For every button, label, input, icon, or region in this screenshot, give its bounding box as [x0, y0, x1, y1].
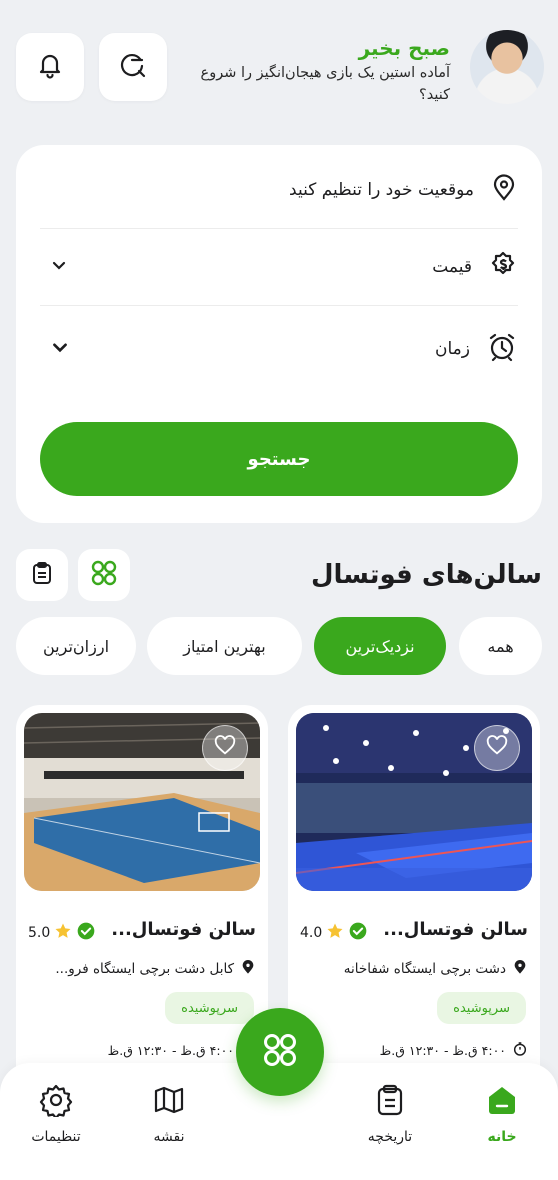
heart-icon [486, 735, 508, 761]
categories-fab[interactable] [236, 1008, 324, 1096]
favorite-button[interactable] [474, 725, 520, 771]
verified-icon [76, 921, 96, 945]
status-badge: سرپوشیده [165, 992, 254, 1024]
location-pin-icon [512, 959, 528, 979]
greeting-subtitle: آماده استین یک بازی هیجان‌انگیز را شروع … [200, 65, 450, 103]
grid-icon [89, 558, 119, 592]
venue-rating: 4.0 [300, 921, 368, 945]
clipboard-icon [29, 560, 55, 590]
location-pin-icon [490, 174, 518, 206]
nav-history[interactable]: تاریخچه [345, 1083, 435, 1145]
notifications-button[interactable] [16, 33, 84, 101]
home-icon [485, 1083, 519, 1121]
gear-icon [39, 1083, 73, 1121]
time-label: زمان [435, 339, 470, 359]
search-refresh-icon [118, 50, 148, 84]
address-text: دشت برچی ایستگاه شفاخانه [343, 961, 506, 977]
price-row[interactable]: قیمت [40, 246, 518, 288]
user-avatar[interactable] [470, 30, 544, 104]
nav-map-label: نقشه [153, 1129, 185, 1145]
star-icon [326, 922, 344, 944]
dollar-badge-icon [488, 250, 518, 284]
status-badge: سرپوشیده [437, 992, 526, 1024]
chip-cheapest[interactable]: ارزان‌ترین [16, 617, 136, 675]
nav-history-label: تاریخچه [367, 1129, 413, 1145]
venue-hours: ۴:۰۰ ق.ظ - ۱۲:۳۰ ق.ظ [108, 1041, 256, 1060]
chevron-down-icon [50, 256, 68, 278]
heart-icon [214, 735, 236, 761]
venue-name: سالن فوتسال... [383, 919, 528, 940]
venue-name: سالن فوتسال... [111, 919, 256, 940]
chevron-down-icon [50, 337, 70, 361]
nav-home[interactable]: خانه [457, 1083, 547, 1145]
bell-icon [35, 50, 65, 84]
search-button[interactable]: جستجو [40, 422, 518, 496]
chip-all[interactable]: همه [459, 617, 542, 675]
star-icon [54, 922, 72, 944]
venue-address: دشت برچی ایستگاه شفاخانه [344, 959, 528, 979]
map-icon [152, 1083, 186, 1121]
chip-nearest[interactable]: نزدیک‌ترین [314, 617, 446, 675]
venue-rating: 5.0 [28, 921, 96, 945]
nav-settings[interactable]: تنظیمات [11, 1083, 101, 1145]
location-pin-icon [240, 959, 256, 979]
divider [40, 305, 518, 306]
grid-view-button[interactable] [78, 549, 130, 601]
timer-icon [512, 1041, 528, 1060]
chip-best-rated[interactable]: بهترین امتیاز [147, 617, 302, 675]
search-history-button[interactable] [99, 33, 167, 101]
clipboard-icon [374, 1083, 406, 1121]
verified-icon [348, 921, 368, 945]
divider [40, 228, 518, 229]
nav-home-label: خانه [487, 1129, 517, 1145]
price-label: قیمت [432, 257, 472, 277]
location-row[interactable]: موقعیت خود را تنظیم کنید [40, 169, 518, 211]
hours-text: ۴:۰۰ ق.ظ - ۱۲:۳۰ ق.ظ [379, 1043, 506, 1058]
rating-value: 4.0 [300, 925, 323, 941]
alarm-clock-icon [486, 331, 518, 367]
venue-address: کابل دشت برچی ایستگاه فرو... [55, 959, 256, 979]
address-text: کابل دشت برچی ایستگاه فرو... [55, 961, 234, 977]
filter-card: موقعیت خود را تنظیم کنید قیمت زمان جستجو [16, 145, 542, 523]
location-label: موقعیت خود را تنظیم کنید [289, 180, 474, 200]
venue-card[interactable]: سالن فوتسال... 4.0 دشت برچی ایستگاه شفاخ… [288, 705, 540, 1125]
nav-map[interactable]: نقشه [124, 1083, 214, 1145]
section-title: سالن‌های فوتسال [310, 560, 542, 590]
nav-settings-label: تنظیمات [31, 1129, 81, 1145]
venue-hours: ۴:۰۰ ق.ظ - ۱۲:۳۰ ق.ظ [380, 1041, 528, 1060]
venue-card[interactable]: سالن فوتسال... 5.0 کابل دشت برچی ایستگاه… [16, 705, 268, 1125]
hours-text: ۴:۰۰ ق.ظ - ۱۲:۳۰ ق.ظ [107, 1043, 234, 1058]
time-row[interactable]: زمان [40, 328, 518, 370]
greeting-title: صبح بخیر [358, 36, 450, 60]
grid-icon [260, 1030, 300, 1074]
rating-value: 5.0 [28, 925, 51, 941]
venue-image [24, 713, 260, 891]
favorite-button[interactable] [202, 725, 248, 771]
list-view-button[interactable] [16, 549, 68, 601]
venue-image [296, 713, 532, 891]
